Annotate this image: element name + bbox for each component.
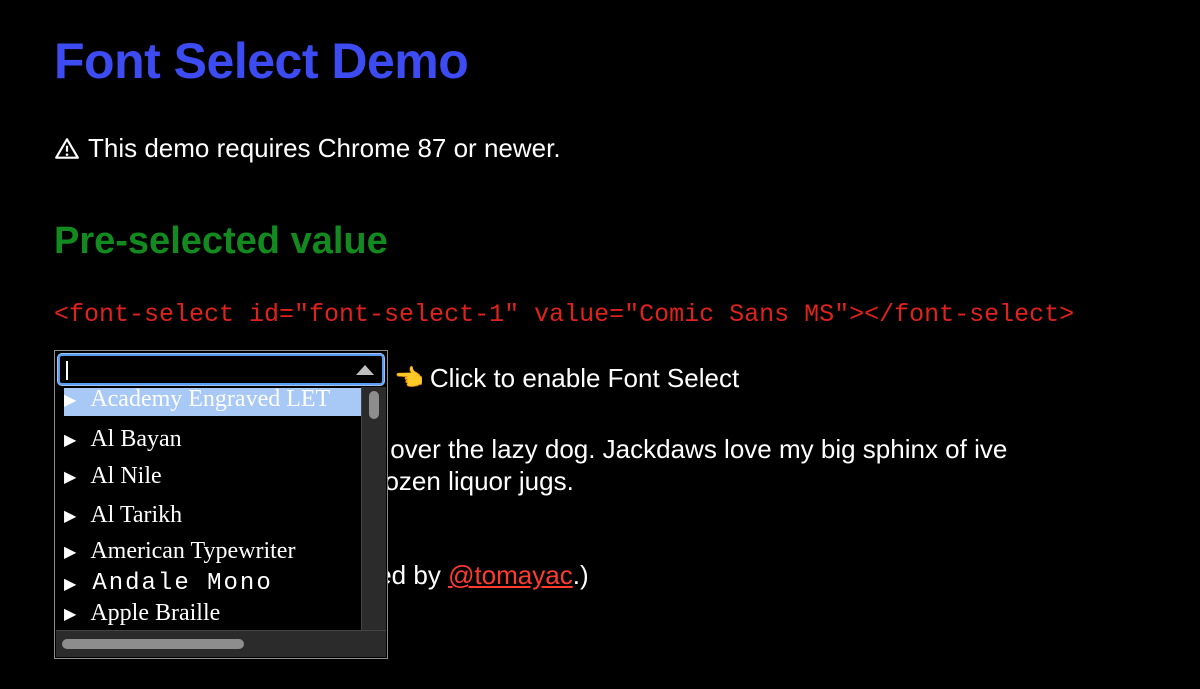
browser-warning: This demo requires Chrome 87 or newer.	[54, 133, 561, 164]
enable-hint[interactable]: 👈 Click to enable Font Select	[394, 363, 739, 394]
expand-triangle-icon[interactable]: ▶	[64, 574, 78, 593]
font-option[interactable]: ▶ Apple Braille	[64, 596, 220, 630]
warning-text: This demo requires Chrome 87 or newer.	[88, 133, 561, 163]
font-option-label: Apple Braille	[90, 599, 221, 626]
vertical-scroll-thumb[interactable]	[369, 391, 379, 419]
font-option-label: Al Nile	[90, 462, 162, 489]
credit-line: ted by @tomayac.)	[370, 560, 589, 591]
font-select[interactable]: ▶ Academy Engraved LET ▶ Al Bayan ▶ Al N…	[54, 350, 388, 659]
expand-triangle-icon[interactable]: ▶	[64, 390, 76, 409]
expand-triangle-icon[interactable]: ▶	[64, 506, 76, 525]
section-heading: Pre-selected value	[54, 220, 388, 262]
font-option-label: American Typewriter	[90, 537, 296, 564]
pointing-hand-icon: 👈	[394, 365, 424, 392]
font-option-label: Al Bayan	[90, 425, 182, 452]
hint-text: Click to enable Font Select	[429, 363, 740, 393]
warning-icon	[55, 137, 79, 159]
font-option[interactable]: ▶ Al Bayan	[64, 422, 182, 456]
font-option-label: Academy Engraved LET	[90, 388, 331, 412]
font-option[interactable]: ▶ Al Nile	[64, 459, 162, 493]
vertical-scrollbar[interactable]	[361, 387, 386, 632]
page-title: Font Select Demo	[54, 33, 469, 89]
expand-triangle-icon[interactable]: ▶	[64, 430, 76, 449]
font-list: ▶ Academy Engraved LET ▶ Al Bayan ▶ Al N…	[56, 388, 361, 632]
font-option[interactable]: ▶ Academy Engraved LET	[64, 388, 361, 416]
font-option[interactable]: ▶ Andale Mono	[64, 566, 273, 600]
caret-up-icon[interactable]	[356, 365, 374, 375]
code-sample: <font-select id="font-select-1" value="C…	[54, 300, 1075, 329]
font-search-input[interactable]	[58, 354, 384, 385]
expand-triangle-icon[interactable]: ▶	[64, 542, 76, 561]
author-link[interactable]: @tomayac	[448, 560, 573, 590]
font-option-label: Al Tarikh	[90, 501, 183, 528]
text-caret	[66, 361, 68, 380]
horizontal-scroll-thumb[interactable]	[62, 639, 244, 649]
credit-suffix: .)	[572, 560, 589, 590]
expand-triangle-icon[interactable]: ▶	[64, 604, 76, 623]
expand-triangle-icon[interactable]: ▶	[64, 467, 76, 486]
font-option[interactable]: ▶ American Typewriter	[64, 534, 295, 568]
horizontal-scrollbar[interactable]	[56, 630, 386, 657]
font-option-label: Andale Mono	[92, 569, 273, 597]
sample-text: s over the lazy dog. Jackdaws love my bi…	[370, 434, 1008, 496]
font-option[interactable]: ▶ Al Tarikh	[64, 498, 182, 532]
